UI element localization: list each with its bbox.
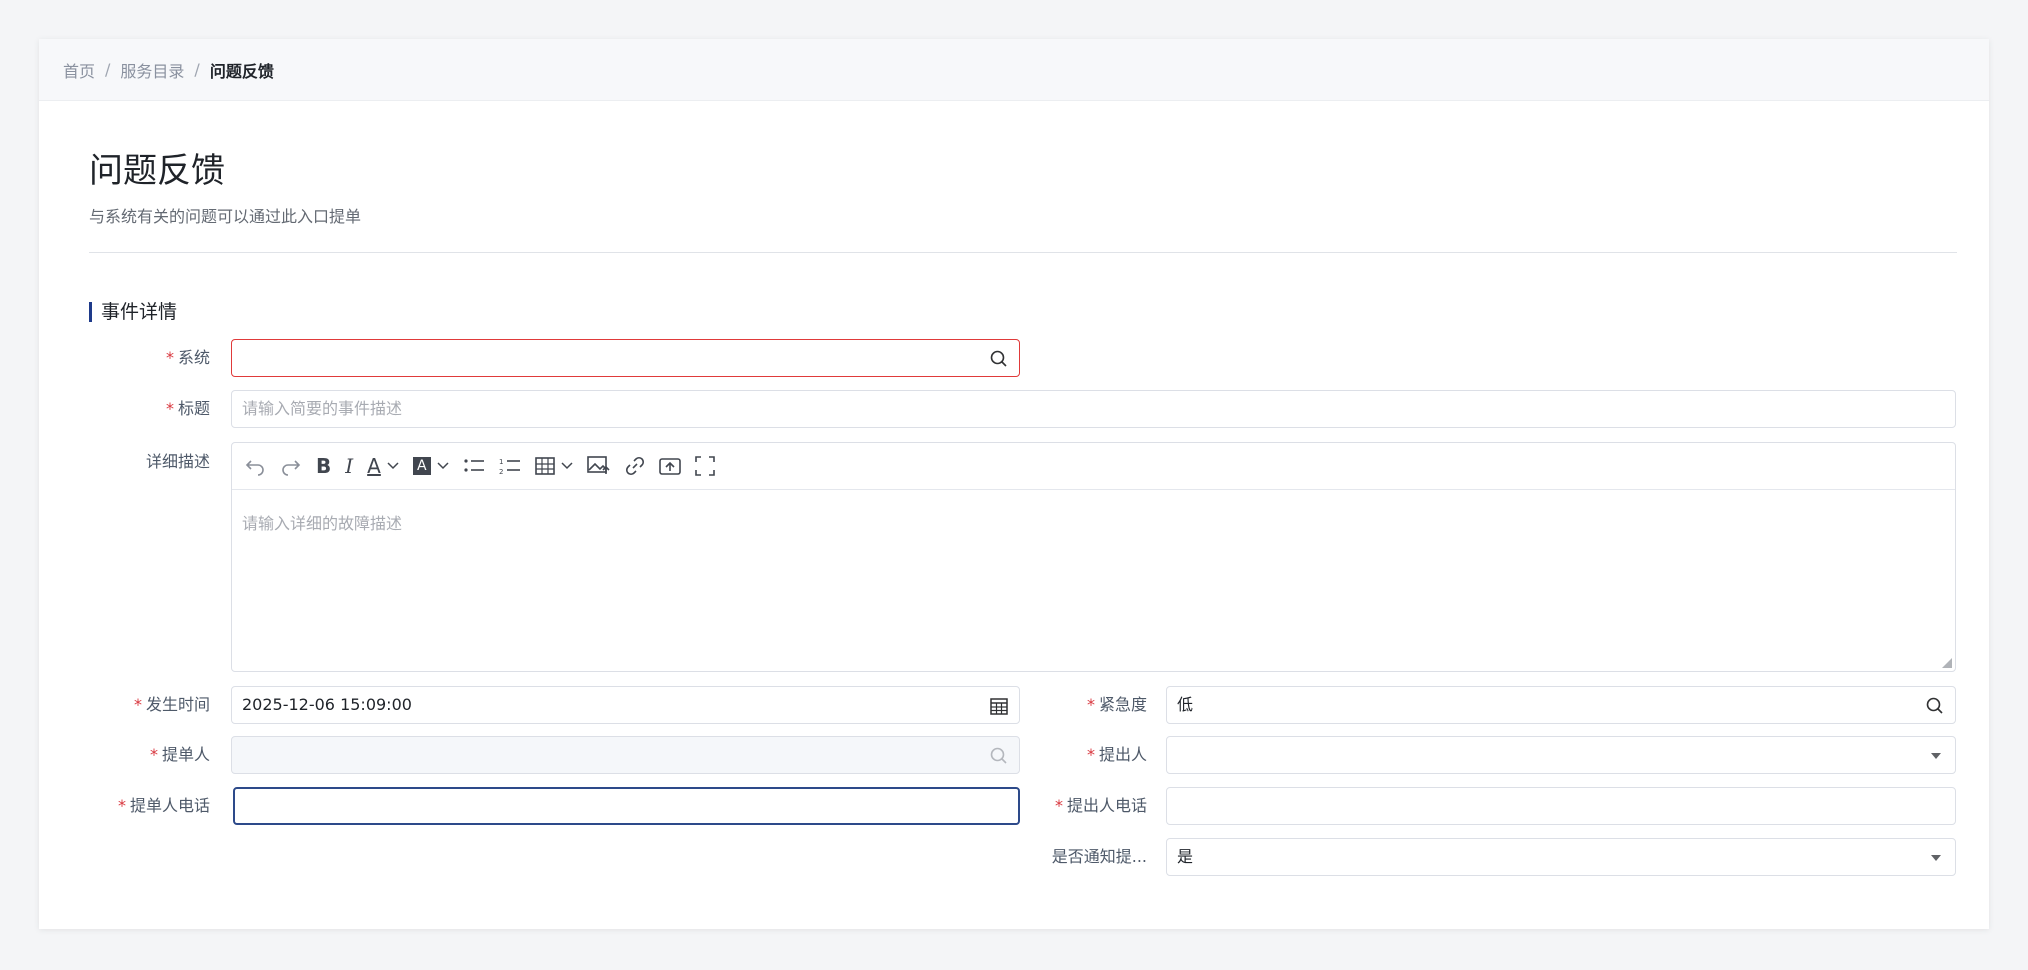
urgency-label: * 紧急度 — [1086, 695, 1147, 714]
background-color-icon[interactable]: A — [412, 451, 449, 481]
calendar-icon[interactable] — [989, 696, 1009, 716]
table-icon[interactable] — [535, 451, 573, 481]
page-title: 问题反馈 — [89, 151, 225, 191]
fullscreen-icon[interactable] — [695, 451, 715, 481]
font-color-icon[interactable]: A — [367, 451, 399, 481]
link-icon[interactable] — [625, 451, 645, 481]
breadcrumb-current: 问题反馈 — [209, 61, 274, 81]
undo-icon[interactable] — [244, 451, 266, 481]
svg-text:1: 1 — [499, 458, 503, 466]
occur-time-label: * 发生时间 — [133, 695, 210, 714]
occur-time-input[interactable]: 2025-12-06 15:09:00 — [231, 686, 1020, 724]
breadcrumb: 首页 / 服务目录 / 问题反馈 — [39, 39, 1989, 101]
title-label: * 标题 — [165, 399, 210, 418]
rich-text-editor[interactable]: B I A A 12 请输入详细的故障描述 — [231, 442, 1956, 672]
editor-toolbar: B I A A 12 — [232, 443, 1955, 490]
bold-icon[interactable]: B — [316, 451, 331, 481]
image-icon[interactable] — [587, 451, 611, 481]
search-icon — [990, 747, 1007, 764]
proposer-phone-input[interactable] — [1166, 787, 1956, 825]
italic-icon[interactable]: I — [345, 451, 353, 481]
divider — [89, 252, 1957, 253]
breadcrumb-service-catalog[interactable]: 服务目录 — [120, 58, 184, 82]
section-title: 事件详情 — [89, 301, 177, 323]
submitter-input — [231, 736, 1020, 774]
resize-handle-icon[interactable] — [1942, 658, 1952, 668]
upload-icon[interactable] — [659, 451, 681, 481]
page-subtitle: 与系统有关的问题可以通过此入口提单 — [89, 207, 362, 226]
submitter-label: * 提单人 — [149, 745, 210, 764]
system-label: * 系统 — [165, 348, 210, 367]
bullet-list-icon[interactable] — [463, 451, 485, 481]
editor-content[interactable]: 请输入详细的故障描述 — [232, 490, 1955, 554]
numbered-list-icon[interactable]: 12 — [499, 451, 521, 481]
notify-label: 是否通知提... — [1051, 847, 1147, 866]
caret-down-icon[interactable] — [1931, 753, 1941, 759]
detail-label: 详细描述 — [145, 452, 210, 471]
caret-down-icon[interactable] — [1931, 855, 1941, 861]
submitter-phone-input[interactable] — [233, 787, 1020, 825]
proposer-select[interactable] — [1166, 736, 1956, 774]
svg-text:2: 2 — [499, 468, 503, 475]
proposer-phone-label: * 提出人电话 — [1054, 796, 1147, 815]
title-input[interactable]: 请输入简要的事件描述 — [231, 390, 1956, 428]
search-icon[interactable] — [989, 349, 1009, 369]
breadcrumb-home[interactable]: 首页 — [63, 58, 95, 82]
proposer-label: * 提出人 — [1086, 745, 1147, 764]
urgency-input[interactable]: 低 — [1166, 686, 1956, 724]
search-icon[interactable] — [1925, 696, 1945, 716]
system-input[interactable] — [231, 339, 1020, 377]
submitter-phone-label: * 提单人电话 — [117, 796, 210, 815]
redo-icon[interactable] — [280, 451, 302, 481]
notify-select[interactable]: 是 — [1166, 838, 1956, 876]
